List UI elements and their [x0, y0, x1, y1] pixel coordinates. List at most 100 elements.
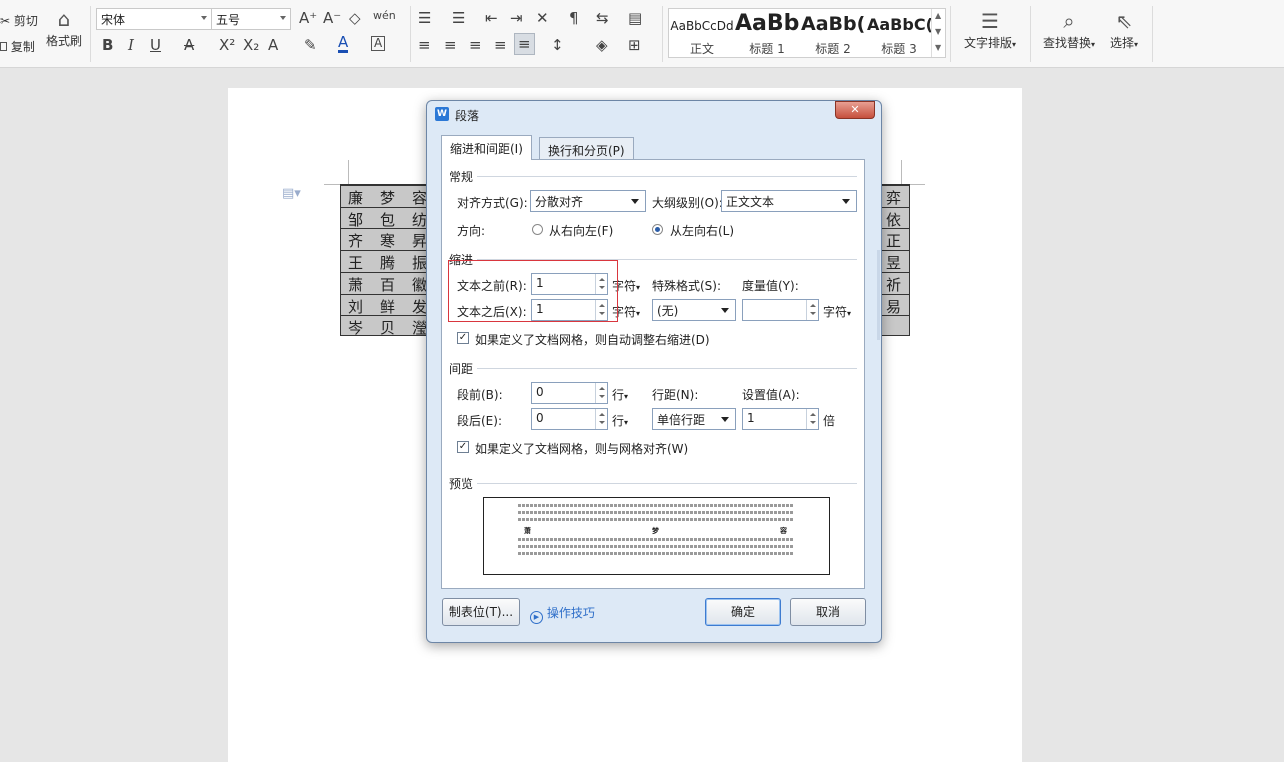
line-spacing-select[interactable]: 单倍行距	[652, 408, 736, 430]
decrease-indent-icon[interactable]: ⇤	[485, 9, 498, 27]
spinner-arrows[interactable]	[595, 409, 607, 429]
align-right-icon[interactable]: ≡	[469, 36, 482, 54]
align-select[interactable]: 分散对齐	[530, 190, 646, 212]
font-name-select[interactable]: 宋体	[96, 8, 212, 30]
tabs-button[interactable]: 制表位(T)...	[442, 598, 520, 626]
text-layout-button[interactable]: ☰ 文字排版▾	[958, 8, 1022, 51]
select-button[interactable]: ⇖ 选择▾	[1104, 8, 1144, 51]
ltr-label: 从左向右(L)	[670, 224, 735, 238]
table-cell-text: 梦	[380, 189, 396, 207]
table-grid-icon[interactable]: ▤	[628, 9, 642, 27]
set-value-unit: 倍	[823, 414, 836, 428]
font-color-icon[interactable]: A	[338, 34, 349, 53]
table-cell-text: 邹	[348, 211, 364, 229]
more-icon: ▼	[935, 43, 942, 52]
char-border-icon[interactable]: A	[371, 36, 386, 51]
tab-indent-spacing[interactable]: 缩进和间距(I)	[441, 135, 532, 160]
divider	[662, 6, 663, 62]
cancel-button[interactable]: 取消	[790, 598, 866, 626]
table-cell-text: 发	[412, 298, 428, 316]
cut-button[interactable]: ✂ 剪切	[0, 12, 38, 29]
style-normal[interactable]: AaBbCcDd 正文	[669, 9, 735, 57]
outline-select[interactable]: 正文文本	[721, 190, 857, 212]
highlight-icon[interactable]: ✎	[304, 36, 317, 54]
snap-grid-checkbox[interactable]: ✓	[457, 441, 469, 453]
text-effect-icon[interactable]: A	[268, 36, 278, 54]
copy-icon	[0, 42, 7, 51]
paragraph-handle-icon[interactable]: ▤▾	[282, 186, 301, 201]
line-spacing-label: 行距(N):	[652, 388, 699, 402]
tips-link[interactable]: ▶ 操作技巧	[530, 604, 595, 624]
dialog-titlebar[interactable]: W 段落 ✕	[427, 101, 881, 127]
preview-char: 梦	[652, 527, 659, 535]
strikethrough-icon[interactable]: A	[184, 36, 194, 54]
clear-format-icon[interactable]: ◇	[349, 9, 361, 27]
space-after-input[interactable]: 0	[531, 408, 608, 430]
special-format-select[interactable]: (无)	[652, 299, 736, 321]
scrollbar[interactable]	[877, 250, 880, 340]
rtl-label: 从右向左(F)	[549, 224, 614, 238]
table-row-divider	[879, 185, 910, 186]
table-row-divider	[879, 207, 910, 208]
style-scroll[interactable]: ▲ ▼ ▼	[931, 9, 945, 57]
space-before-label: 段前(B):	[457, 388, 503, 402]
rtl-radio[interactable]	[532, 224, 543, 235]
bold-icon[interactable]: B	[102, 36, 113, 54]
measure-input[interactable]	[742, 299, 819, 321]
align-left-icon[interactable]: ≡	[418, 36, 431, 54]
find-replace-button[interactable]: ⌕ 查找替换▾	[1038, 8, 1100, 51]
ribbon-toolbar: ✂ 剪切 复制 ⌂ 格式刷 宋体 五号 A⁺ A⁻ ◇ wén B I U A …	[0, 0, 1284, 68]
decrease-font-icon[interactable]: A⁻	[323, 9, 341, 27]
borders-icon[interactable]: ⊞	[628, 36, 641, 54]
table-cell-text: 纺	[412, 211, 428, 229]
table-cell-text: 振	[412, 254, 428, 272]
spinner-arrows[interactable]	[595, 383, 607, 403]
table-row-divider	[341, 250, 431, 251]
divider	[90, 6, 91, 62]
table-cell-text: 昱	[886, 254, 902, 272]
bullet-list-icon[interactable]: ☰	[418, 9, 431, 27]
space-before-unit[interactable]: 行▾	[612, 386, 628, 403]
outline-label: 大纲级别(O):	[652, 196, 723, 210]
set-value-input[interactable]: 1	[742, 408, 819, 430]
close-button[interactable]: ✕	[835, 101, 875, 119]
justify-icon[interactable]: ≡	[494, 36, 507, 54]
copy-button[interactable]: 复制	[0, 38, 35, 55]
underline-icon[interactable]: U	[150, 36, 161, 54]
increase-font-icon[interactable]: A⁺	[299, 9, 317, 27]
subscript-icon[interactable]: X₂	[243, 36, 259, 54]
superscript-icon[interactable]: X²	[219, 36, 235, 54]
shading-icon[interactable]: ◈	[596, 36, 608, 54]
style-heading-1[interactable]: AaBb 标题 1	[735, 9, 799, 57]
increase-indent-icon[interactable]: ⇥	[510, 9, 523, 27]
style-heading-3[interactable]: AaBbC( 标题 3	[867, 9, 931, 57]
tab-line-page-breaks[interactable]: 换行和分页(P)	[539, 137, 634, 161]
table-row-divider	[879, 315, 910, 316]
distributed-align-icon[interactable]: ≡	[514, 33, 535, 55]
indent-grid-checkbox[interactable]: ✓	[457, 332, 469, 344]
table-cell-text: 岑	[348, 319, 364, 337]
chinese-layout-icon[interactable]: ✕	[536, 9, 549, 27]
pinyin-icon[interactable]: wén	[373, 9, 396, 22]
spinner-arrows[interactable]	[806, 300, 818, 320]
format-painter-button[interactable]: ⌂ 格式刷	[44, 6, 84, 49]
style-heading-2[interactable]: AaBb( 标题 2	[801, 9, 865, 57]
italic-icon[interactable]: I	[128, 36, 134, 54]
table-cell-text: 弈	[886, 189, 902, 207]
ok-button[interactable]: 确定	[705, 598, 781, 626]
ltr-radio[interactable]	[652, 224, 663, 235]
show-marks-icon[interactable]: ¶	[569, 9, 579, 27]
space-before-input[interactable]: 0	[531, 382, 608, 404]
play-circle-icon: ▶	[530, 611, 543, 624]
sort-icon[interactable]: ⇆	[596, 9, 609, 27]
set-value-label: 设置值(A):	[742, 388, 800, 402]
numbered-list-icon[interactable]: ☰	[452, 9, 465, 27]
spinner-arrows[interactable]	[806, 409, 818, 429]
space-after-unit[interactable]: 行▾	[612, 412, 628, 429]
line-spacing-icon[interactable]: ↕	[551, 36, 564, 54]
table-cell-text: 百	[380, 276, 396, 294]
align-center-icon[interactable]: ≡	[444, 36, 457, 54]
measure-unit[interactable]: 字符▾	[823, 303, 851, 320]
cursor-arrow-icon: ⇖	[1115, 9, 1133, 33]
font-size-select[interactable]: 五号	[211, 8, 291, 30]
